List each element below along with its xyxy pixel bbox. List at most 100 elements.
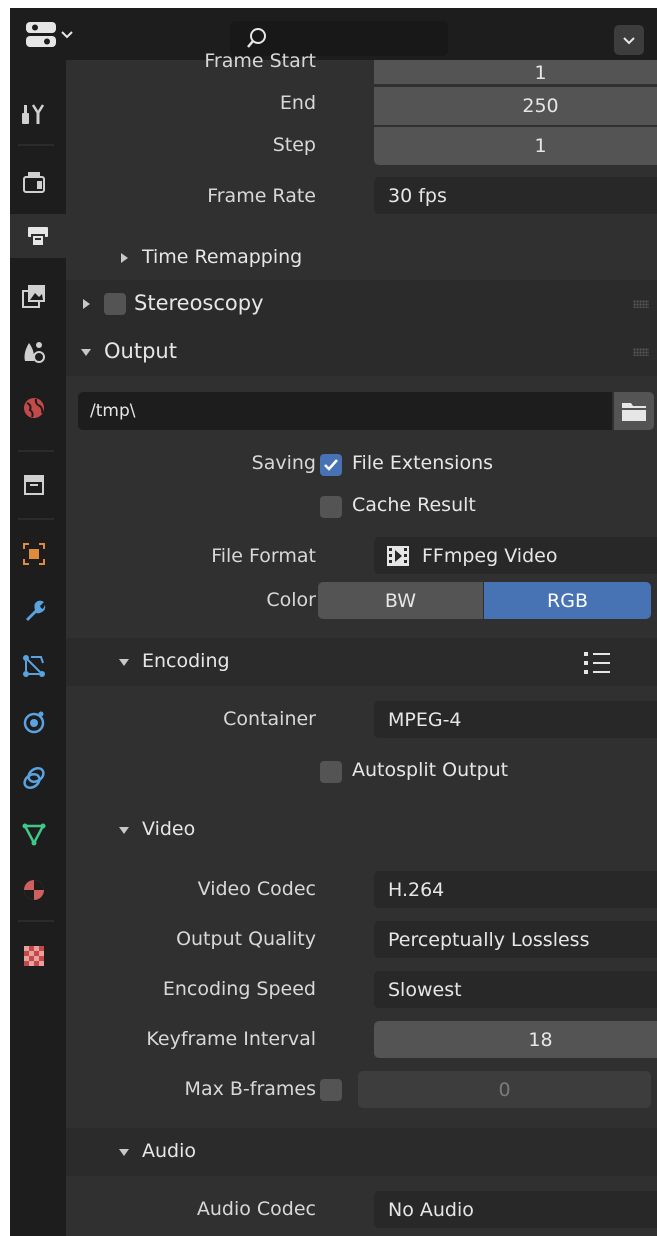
time-remapping-label: Time Remapping	[142, 246, 303, 268]
frame-rate-label: Frame Rate	[207, 185, 316, 207]
output-path-field[interactable]: /tmp\	[78, 392, 612, 430]
output-quality-dropdown[interactable]: Perceptually Lossless	[374, 921, 657, 958]
audio-codec-value: No Audio	[388, 1198, 474, 1221]
audio-header[interactable]: Audio	[66, 1128, 657, 1176]
material-icon	[24, 880, 44, 900]
editor-type-selector[interactable]	[24, 20, 84, 50]
container-row: Container MPEG-4	[66, 700, 657, 740]
constraint-icon	[23, 767, 45, 789]
keyframe-interval-field[interactable]: 18	[374, 1021, 657, 1058]
constraints-tab[interactable]	[10, 756, 58, 800]
encoding-speed-dropdown[interactable]: Slowest	[374, 971, 657, 1008]
frame-end-field[interactable]: 250	[374, 87, 657, 125]
material-tab[interactable]	[10, 868, 58, 912]
encoding-header[interactable]: Encoding	[66, 638, 657, 686]
color-bw-label: BW	[384, 589, 417, 612]
encoding-speed-value: Slowest	[388, 978, 462, 1001]
output-header[interactable]: Output	[66, 328, 657, 376]
object-tab[interactable]	[10, 532, 58, 576]
color-row: Color BW RGB	[66, 580, 657, 620]
frame-start-field[interactable]: 1	[374, 60, 657, 84]
file-extensions-label: File Extensions	[352, 452, 494, 474]
cache-result-label: Cache Result	[352, 494, 476, 516]
file-format-value: FFmpeg Video	[422, 544, 558, 567]
max-bframes-row: Max B-frames 0	[66, 1070, 657, 1110]
mesh-data-icon	[22, 823, 46, 846]
object-icon	[23, 543, 45, 565]
video-header[interactable]: Video	[66, 806, 657, 854]
frame-rate-dropdown[interactable]: 30 fps	[374, 177, 657, 214]
cache-result-checkbox[interactable]	[320, 496, 342, 518]
max-bframes-checkbox[interactable]	[320, 1079, 342, 1101]
saving-row: Saving File Extensions	[66, 444, 657, 484]
keyframe-interval-row: Keyframe Interval 18	[66, 1020, 657, 1060]
time-remapping-header[interactable]: Time Remapping	[66, 234, 657, 282]
world-tab[interactable]	[10, 386, 58, 430]
render-tab[interactable]	[10, 160, 58, 204]
expanded-arrow-icon	[119, 1149, 129, 1156]
frame-start-row: Frame Start 1	[66, 50, 657, 86]
physics-tab[interactable]	[10, 700, 58, 744]
encoding-speed-label: Encoding Speed	[162, 978, 316, 1000]
checkmark-icon	[324, 459, 338, 471]
keyframe-interval-value: 18	[528, 1028, 553, 1051]
autosplit-checkbox[interactable]	[320, 761, 342, 783]
drag-handle-icon[interactable]	[633, 348, 649, 356]
output-quality-label: Output Quality	[176, 928, 316, 950]
browse-folder-button[interactable]	[614, 392, 654, 430]
modifier-tab[interactable]	[10, 588, 58, 632]
saving-label: Saving	[251, 452, 316, 474]
max-bframes-field[interactable]: 0	[358, 1071, 651, 1108]
frame-end-label: End	[279, 92, 316, 114]
color-rgb-option[interactable]: RGB	[484, 582, 651, 619]
data-tab[interactable]	[10, 812, 58, 856]
world-icon	[24, 398, 44, 418]
audio-label: Audio	[142, 1140, 197, 1162]
file-extensions-checkbox[interactable]	[320, 454, 342, 476]
properties-editor-icon	[26, 22, 73, 47]
collection-tab[interactable]	[10, 462, 58, 506]
stereoscopy-header[interactable]: Stereoscopy	[66, 280, 657, 328]
frame-step-label: Step	[272, 134, 316, 156]
presets-icon[interactable]	[582, 650, 612, 676]
collection-icon	[24, 475, 44, 495]
stereoscopy-checkbox[interactable]	[104, 293, 126, 315]
color-label: Color	[266, 589, 316, 611]
video-codec-dropdown[interactable]: H.264	[374, 871, 657, 908]
search-icon	[247, 28, 266, 48]
texture-tab[interactable]	[10, 934, 58, 978]
expanded-arrow-icon	[119, 659, 129, 666]
container-label: Container	[223, 708, 316, 730]
frame-step-row: Step 1	[66, 126, 657, 166]
color-bw-option[interactable]: BW	[318, 582, 483, 619]
container-dropdown[interactable]: MPEG-4	[374, 701, 657, 738]
container-value: MPEG-4	[388, 708, 462, 731]
drag-handle-icon[interactable]	[633, 300, 649, 308]
stereoscopy-label: Stereoscopy	[134, 291, 264, 315]
render-icon	[23, 172, 45, 193]
output-tab[interactable]	[10, 214, 66, 258]
printer-icon	[28, 227, 48, 247]
audio-codec-dropdown[interactable]: No Audio	[374, 1191, 657, 1228]
output-label: Output	[104, 339, 177, 363]
view-layer-tab[interactable]	[10, 274, 58, 318]
collapsed-arrow-icon	[83, 299, 90, 309]
folder-icon	[622, 403, 646, 421]
frame-step-field[interactable]: 1	[374, 127, 657, 165]
frame-end-row: End 250	[66, 86, 657, 126]
tool-tab[interactable]	[10, 92, 58, 136]
tool-icon	[22, 104, 45, 124]
encoding-speed-row: Encoding Speed Slowest	[66, 970, 657, 1010]
physics-icon	[23, 711, 45, 734]
film-icon	[387, 545, 409, 566]
file-format-row: File Format FFmpeg Video	[66, 536, 657, 576]
autosplit-row: Autosplit Output	[66, 752, 657, 792]
options-dropdown[interactable]	[614, 25, 644, 55]
particles-tab[interactable]	[10, 644, 58, 688]
frame-step-value: 1	[534, 135, 547, 157]
video-label: Video	[142, 818, 196, 840]
properties-editor: Frame Start 1 End 250 Step 1 Frame Rate …	[10, 8, 657, 1236]
keyframe-interval-label: Keyframe Interval	[146, 1028, 316, 1050]
file-format-dropdown[interactable]: FFmpeg Video	[374, 537, 657, 574]
scene-tab[interactable]	[10, 330, 58, 374]
